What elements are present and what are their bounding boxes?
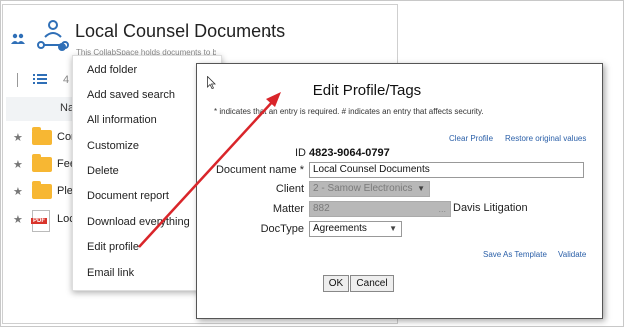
doctype-label: DocType bbox=[260, 223, 304, 235]
clear-profile-link[interactable]: Clear Profile bbox=[449, 134, 493, 143]
doctype-select[interactable]: Agreements ▼ bbox=[309, 221, 402, 237]
matter-lookup-button[interactable]: ... bbox=[438, 202, 446, 216]
matter-field[interactable]: 882 ... bbox=[309, 201, 451, 217]
dropdown-arrow-icon: ▼ bbox=[417, 184, 425, 193]
star-icon[interactable]: ★ bbox=[13, 131, 23, 144]
dialog-note: * indicates that an entry is required. #… bbox=[214, 107, 484, 116]
folder-icon bbox=[32, 181, 52, 199]
toolbar-divider bbox=[17, 73, 18, 87]
dialog-title: Edit Profile/Tags bbox=[312, 82, 422, 99]
doctype-value: Agreements bbox=[313, 223, 367, 234]
people-icon[interactable] bbox=[11, 33, 25, 45]
id-label: ID bbox=[295, 147, 306, 159]
pdf-badge: PDF bbox=[31, 218, 47, 224]
pdf-icon: PDF bbox=[31, 210, 50, 232]
page-title: Local Counsel Documents bbox=[75, 21, 286, 41]
menu-item-email-link[interactable]: Email link bbox=[87, 267, 134, 279]
menu-item-customize[interactable]: Customize bbox=[87, 140, 139, 152]
list-view-icon[interactable] bbox=[33, 72, 47, 86]
edit-profile-dialog: Edit Profile/Tags * indicates that an en… bbox=[196, 63, 603, 319]
menu-item-download-everything[interactable]: Download everything bbox=[87, 216, 190, 228]
document-name-label: Document name * bbox=[215, 164, 304, 176]
client-value: 2 - Samow Electronics bbox=[313, 183, 413, 194]
star-icon[interactable]: ★ bbox=[13, 158, 23, 171]
menu-item-all-information[interactable]: All information bbox=[87, 114, 157, 126]
matter-label: Matter bbox=[272, 203, 304, 215]
cancel-button[interactable]: Cancel bbox=[350, 275, 394, 292]
star-icon[interactable]: ★ bbox=[13, 185, 23, 198]
matter-value: 882 bbox=[313, 203, 330, 214]
client-select[interactable]: 2 - Samow Electronics ▼ bbox=[309, 181, 430, 197]
ok-button[interactable]: OK bbox=[323, 275, 349, 292]
menu-item-document-report[interactable]: Document report bbox=[87, 190, 169, 202]
id-value: 4823-9064-0797 bbox=[309, 147, 390, 159]
folder-icon bbox=[32, 127, 52, 145]
document-name-field[interactable]: Local Counsel Documents bbox=[309, 162, 584, 178]
validate-link[interactable]: Validate bbox=[558, 250, 586, 259]
menu-item-add-saved-search[interactable]: Add saved search bbox=[87, 89, 175, 101]
matter-description: Davis Litigation bbox=[453, 202, 528, 214]
menu-item-delete[interactable]: Delete bbox=[87, 165, 119, 177]
star-icon[interactable]: ★ bbox=[13, 213, 23, 226]
menu-item-edit-profile[interactable]: Edit profile bbox=[87, 241, 139, 253]
save-as-template-link[interactable]: Save As Template bbox=[483, 250, 547, 259]
chevron-down-icon[interactable]: ⌄ bbox=[263, 25, 274, 41]
client-label: Client bbox=[275, 183, 304, 195]
menu-item-add-folder[interactable]: Add folder bbox=[87, 64, 137, 76]
collabspace-icon bbox=[37, 20, 69, 51]
restore-original-values-link[interactable]: Restore original values bbox=[505, 134, 586, 143]
dropdown-arrow-icon: ▼ bbox=[389, 224, 397, 233]
folder-icon bbox=[32, 154, 52, 172]
